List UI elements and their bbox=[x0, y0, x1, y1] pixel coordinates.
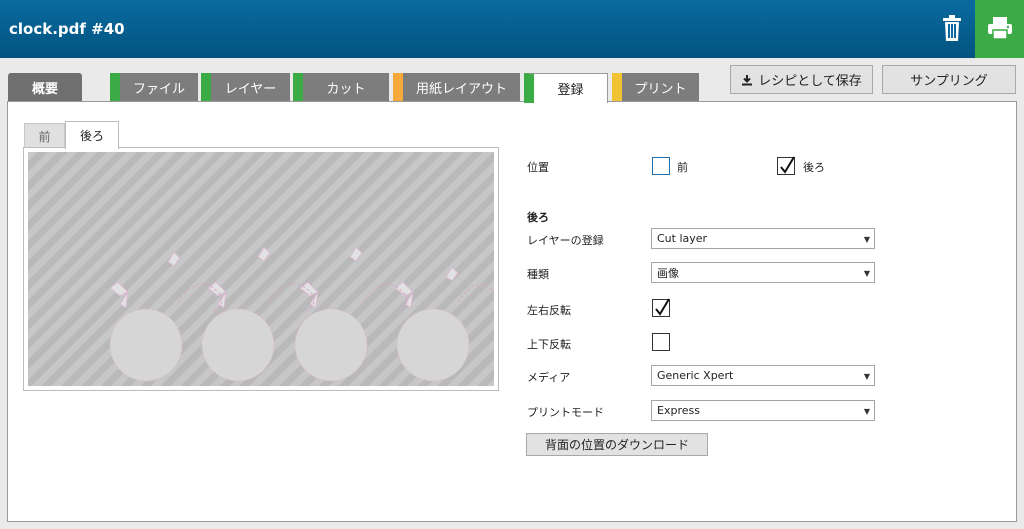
position-back-label: 後ろ bbox=[803, 161, 825, 174]
print-mode-value: Express bbox=[657, 404, 700, 417]
trash-icon[interactable] bbox=[936, 12, 968, 44]
media-select[interactable]: Generic Xpert ▼ bbox=[651, 365, 875, 386]
save-as-recipe-label: レシピとして保存 bbox=[758, 74, 862, 89]
app-header: clock.pdf #40 bbox=[0, 0, 1024, 58]
layer-registration-value: Cut layer bbox=[657, 232, 708, 245]
subtab-back[interactable]: 後ろ bbox=[65, 121, 119, 149]
tab-overview[interactable]: 概要 bbox=[8, 73, 82, 101]
tab-cut[interactable]: カット bbox=[293, 73, 389, 101]
mirror-horizontal-checkbox[interactable] bbox=[652, 298, 670, 317]
printer-icon bbox=[988, 17, 1012, 40]
media-label: メディア bbox=[527, 371, 571, 384]
mirror-horizontal-label: 左右反転 bbox=[527, 304, 571, 317]
checkmark-icon bbox=[655, 298, 670, 316]
subtab-front[interactable]: 前 bbox=[24, 123, 65, 148]
chevron-down-icon: ▼ bbox=[863, 372, 870, 381]
position-back-checkbox[interactable] bbox=[777, 156, 795, 175]
tab-file[interactable]: ファイル bbox=[110, 73, 198, 101]
layer-registration-select[interactable]: Cut layer ▼ bbox=[651, 228, 875, 249]
document-title: clock.pdf #40 bbox=[9, 20, 125, 38]
position-label: 位置 bbox=[527, 161, 549, 174]
butterfly-clock-artwork bbox=[109, 246, 494, 382]
download-icon bbox=[742, 74, 753, 85]
tab-print[interactable]: プリント bbox=[612, 73, 699, 101]
tab-paper-layout[interactable]: 用紙レイアウト bbox=[393, 73, 520, 101]
position-front-checkbox[interactable] bbox=[652, 157, 670, 175]
media-value: Generic Xpert bbox=[657, 369, 734, 382]
print-mode-label: プリントモード bbox=[527, 406, 604, 419]
type-select[interactable]: 画像 ▼ bbox=[651, 262, 875, 283]
chevron-down-icon: ▼ bbox=[863, 407, 870, 416]
chevron-down-icon: ▼ bbox=[863, 235, 870, 244]
checkmark-icon bbox=[780, 156, 795, 174]
layer-registration-label: レイヤーの登録 bbox=[527, 234, 604, 247]
type-value: 画像 bbox=[657, 266, 679, 280]
preview-image bbox=[28, 152, 494, 386]
tab-layer[interactable]: レイヤー bbox=[201, 73, 290, 101]
tab-registration[interactable]: 登録 bbox=[524, 73, 608, 103]
type-label: 種類 bbox=[527, 268, 549, 281]
section-title: 後ろ bbox=[527, 211, 549, 224]
print-button[interactable] bbox=[975, 0, 1024, 58]
mirror-vertical-checkbox[interactable] bbox=[652, 333, 670, 351]
sampling-button[interactable]: サンプリング bbox=[882, 65, 1016, 94]
save-as-recipe-button[interactable]: レシピとして保存 bbox=[730, 65, 873, 94]
position-front-label: 前 bbox=[677, 161, 688, 174]
mirror-vertical-label: 上下反転 bbox=[527, 338, 571, 351]
chevron-down-icon: ▼ bbox=[863, 269, 870, 278]
download-back-position-button[interactable]: 背面の位置のダウンロード bbox=[526, 433, 708, 456]
print-mode-select[interactable]: Express ▼ bbox=[651, 400, 875, 421]
